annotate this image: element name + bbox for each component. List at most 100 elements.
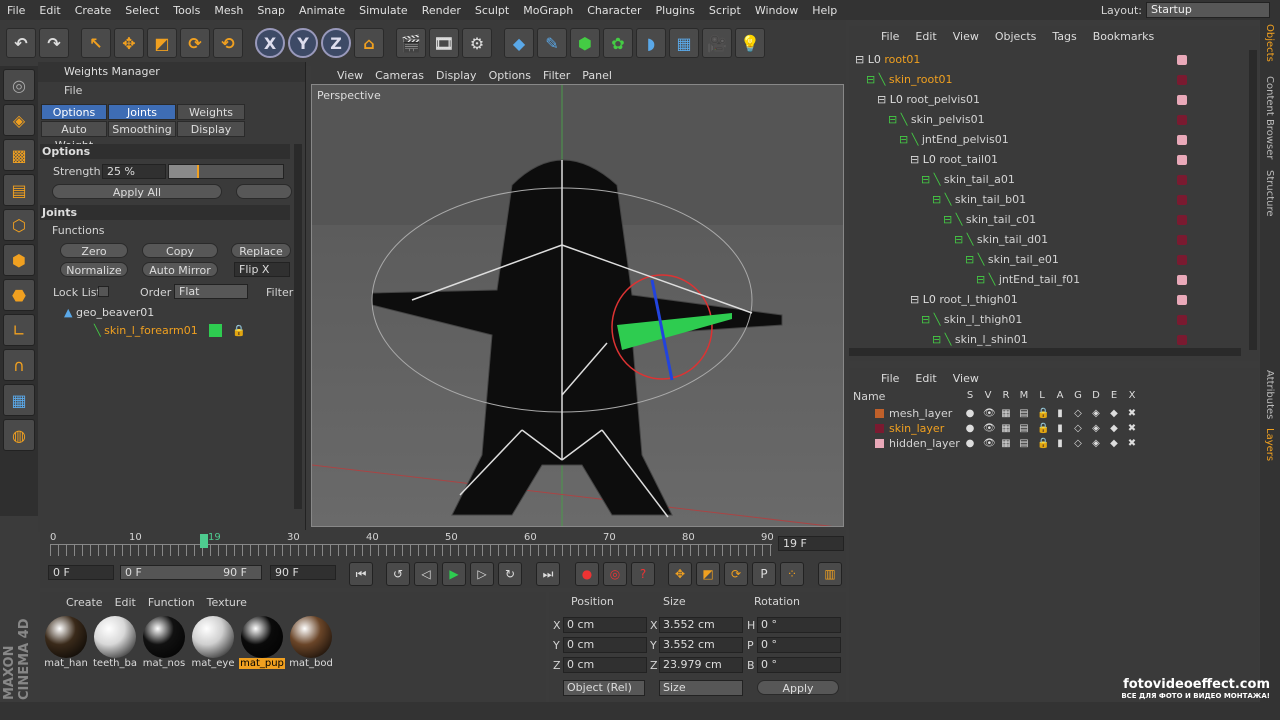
layer-toggle-icon[interactable]: ✖	[1127, 406, 1137, 421]
recent-tool-icon[interactable]: ⟲	[213, 28, 243, 58]
render-view-icon[interactable]: 🎬	[396, 28, 426, 58]
flip-select[interactable]: Flip X	[234, 262, 290, 277]
layer-menu-item[interactable]: Edit	[907, 372, 944, 385]
material-menu-item[interactable]: Create	[60, 596, 109, 609]
layer-color-tag[interactable]	[1177, 195, 1187, 205]
camera-icon[interactable]: 🎥	[702, 28, 732, 58]
object-menu-item[interactable]: File	[873, 30, 907, 43]
layer-color-tag[interactable]	[1177, 335, 1187, 345]
object-menu-item[interactable]: Objects	[987, 30, 1045, 43]
menu-item[interactable]: Help	[805, 4, 844, 17]
layer-toggle-icon[interactable]: 🔒	[1037, 436, 1049, 451]
layer-toggle-icon[interactable]: ●	[965, 436, 975, 451]
layer-menu-item[interactable]: View	[945, 372, 987, 385]
menu-item[interactable]: Character	[580, 4, 648, 17]
layer-toggle-icon[interactable]: 👁	[983, 421, 996, 436]
timeline[interactable]: 0 10 19 30 40 50 60 70 80 90 19 F	[40, 530, 846, 558]
autokey-icon[interactable]: ◎	[603, 562, 627, 586]
layer-color-tag[interactable]	[1177, 295, 1187, 305]
layer-color-tag[interactable]	[1177, 55, 1187, 65]
menu-item[interactable]: Plugins	[649, 4, 702, 17]
menu-item[interactable]: Create	[68, 4, 119, 17]
undo-icon[interactable]: ↶	[6, 28, 36, 58]
material-swatch[interactable]: mat_han	[43, 614, 89, 674]
file-menu[interactable]: File	[38, 82, 305, 100]
position-z-field[interactable]: 0 cm	[563, 657, 647, 673]
lock-workplane-icon[interactable]: ▦	[3, 384, 35, 416]
end-frame-field[interactable]: 90 F	[270, 565, 336, 580]
previous-frame-icon[interactable]: ◁	[414, 562, 438, 586]
timeline-ruler[interactable]	[50, 544, 772, 556]
layer-color-tag[interactable]	[1177, 275, 1187, 285]
polygons-mode-icon[interactable]: ⬣	[3, 279, 35, 311]
light-icon[interactable]: 💡	[735, 28, 765, 58]
menu-item[interactable]: Select	[118, 4, 166, 17]
menu-item[interactable]: Edit	[32, 4, 67, 17]
layer-toggle-icon[interactable]: ▮	[1055, 421, 1065, 436]
layer-toggle-icon[interactable]: ●	[965, 421, 975, 436]
layer-toggle-icon[interactable]: ▦	[1001, 421, 1011, 436]
object-row[interactable]: ⊟ ╲ skin_pelvis01	[849, 110, 1187, 130]
planar-workplane-icon[interactable]: ◍	[3, 419, 35, 451]
layer-toggle-icon[interactable]: ◇	[1073, 421, 1083, 436]
tab-layers[interactable]: Layers	[1264, 428, 1275, 461]
material-swatch[interactable]: mat_eye	[190, 614, 236, 674]
cube-icon[interactable]: ◆	[504, 28, 534, 58]
point-level-icon[interactable]: ⁘	[780, 562, 804, 586]
layer-color-tag[interactable]	[1177, 315, 1187, 325]
keyframe-selection-icon[interactable]: ?	[631, 562, 655, 586]
rotation-key-icon[interactable]: ⟳	[724, 562, 748, 586]
x-axis-icon[interactable]: X	[255, 28, 285, 58]
scale-key-icon[interactable]: ◩	[696, 562, 720, 586]
coordinate-system-icon[interactable]: ⌂	[354, 28, 384, 58]
y-axis-icon[interactable]: Y	[288, 28, 318, 58]
tab-structure[interactable]: Structure	[1264, 170, 1275, 217]
coordinate-mode-select[interactable]: Object (Rel)	[563, 680, 645, 696]
vertical-scrollbar[interactable]	[1249, 50, 1257, 350]
layer-toggle-icon[interactable]: 👁	[983, 406, 996, 421]
object-menu-item[interactable]: Tags	[1044, 30, 1084, 43]
object-row[interactable]: ⊟ ╲ skin_tail_a01	[849, 170, 1187, 190]
rotation-h-field[interactable]: 0 °	[757, 617, 841, 633]
normalize-button[interactable]: Normalize	[60, 262, 128, 277]
object-row[interactable]: ⊟ ╲ skin_tail_d01	[849, 230, 1187, 250]
layer-toggle-icon[interactable]: ◈	[1091, 421, 1101, 436]
layer-toggle-icon[interactable]: ▤	[1019, 406, 1029, 421]
layer-toggle-icon[interactable]: 🔒	[1037, 406, 1049, 421]
menu-item[interactable]: Animate	[292, 4, 352, 17]
layer-row[interactable]: skin_layer ● 👁 ▦ ▤ 🔒 ▮ ◇ ◈ ◆ ✖	[849, 421, 1249, 436]
layer-toggle-icon[interactable]: ●	[965, 406, 975, 421]
menu-item[interactable]: Render	[415, 4, 468, 17]
material-swatch[interactable]: mat_nos	[141, 614, 187, 674]
move-icon[interactable]: ✥	[114, 28, 144, 58]
edges-mode-icon[interactable]: ⬢	[3, 244, 35, 276]
texture-mode-icon[interactable]: ▩	[3, 139, 35, 171]
layer-toggle-icon[interactable]: ▦	[1001, 436, 1011, 451]
timeline-icon[interactable]: ▥	[818, 562, 842, 586]
current-frame-field[interactable]: 19 F	[778, 536, 844, 551]
start-frame-field[interactable]: 0 F	[48, 565, 114, 580]
floor-icon[interactable]: ▦	[669, 28, 699, 58]
viewport-perspective[interactable]: Perspective	[311, 84, 844, 527]
layer-color-tag[interactable]	[1177, 255, 1187, 265]
weights-tab[interactable]: Auto Weight	[41, 121, 107, 152]
auto-mirror-button[interactable]: Auto Mirror	[142, 262, 218, 277]
blank-button[interactable]	[236, 184, 292, 199]
apply-all-button[interactable]: Apply All	[52, 184, 222, 199]
object-row[interactable]: ⊟ L0 root_pelvis01	[849, 90, 1187, 110]
viewport-menu-item[interactable]: Options	[483, 69, 537, 82]
go-to-end-icon[interactable]: ⏭	[536, 562, 560, 586]
object-row[interactable]: ⊟ ╲ skin_l_thigh01	[849, 310, 1187, 330]
layer-color-swatch[interactable]	[875, 439, 884, 448]
material-swatch[interactable]: mat_bod	[288, 614, 334, 674]
lock-list-checkbox[interactable]	[98, 286, 109, 297]
live-selection-icon[interactable]: ↖	[81, 28, 111, 58]
layer-toggle-icon[interactable]: ✖	[1127, 436, 1137, 451]
material-menu-item[interactable]: Edit	[109, 596, 142, 609]
layer-toggle-icon[interactable]: ◇	[1073, 436, 1083, 451]
layer-color-tag[interactable]	[1177, 215, 1187, 225]
object-row[interactable]: ⊟ L0 root_tail01	[849, 150, 1187, 170]
tree-item-geo[interactable]: ▲ geo_beaver01	[64, 306, 154, 319]
layer-toggle-icon[interactable]: ▤	[1019, 421, 1029, 436]
tab-attributes[interactable]: Attributes	[1264, 370, 1275, 419]
